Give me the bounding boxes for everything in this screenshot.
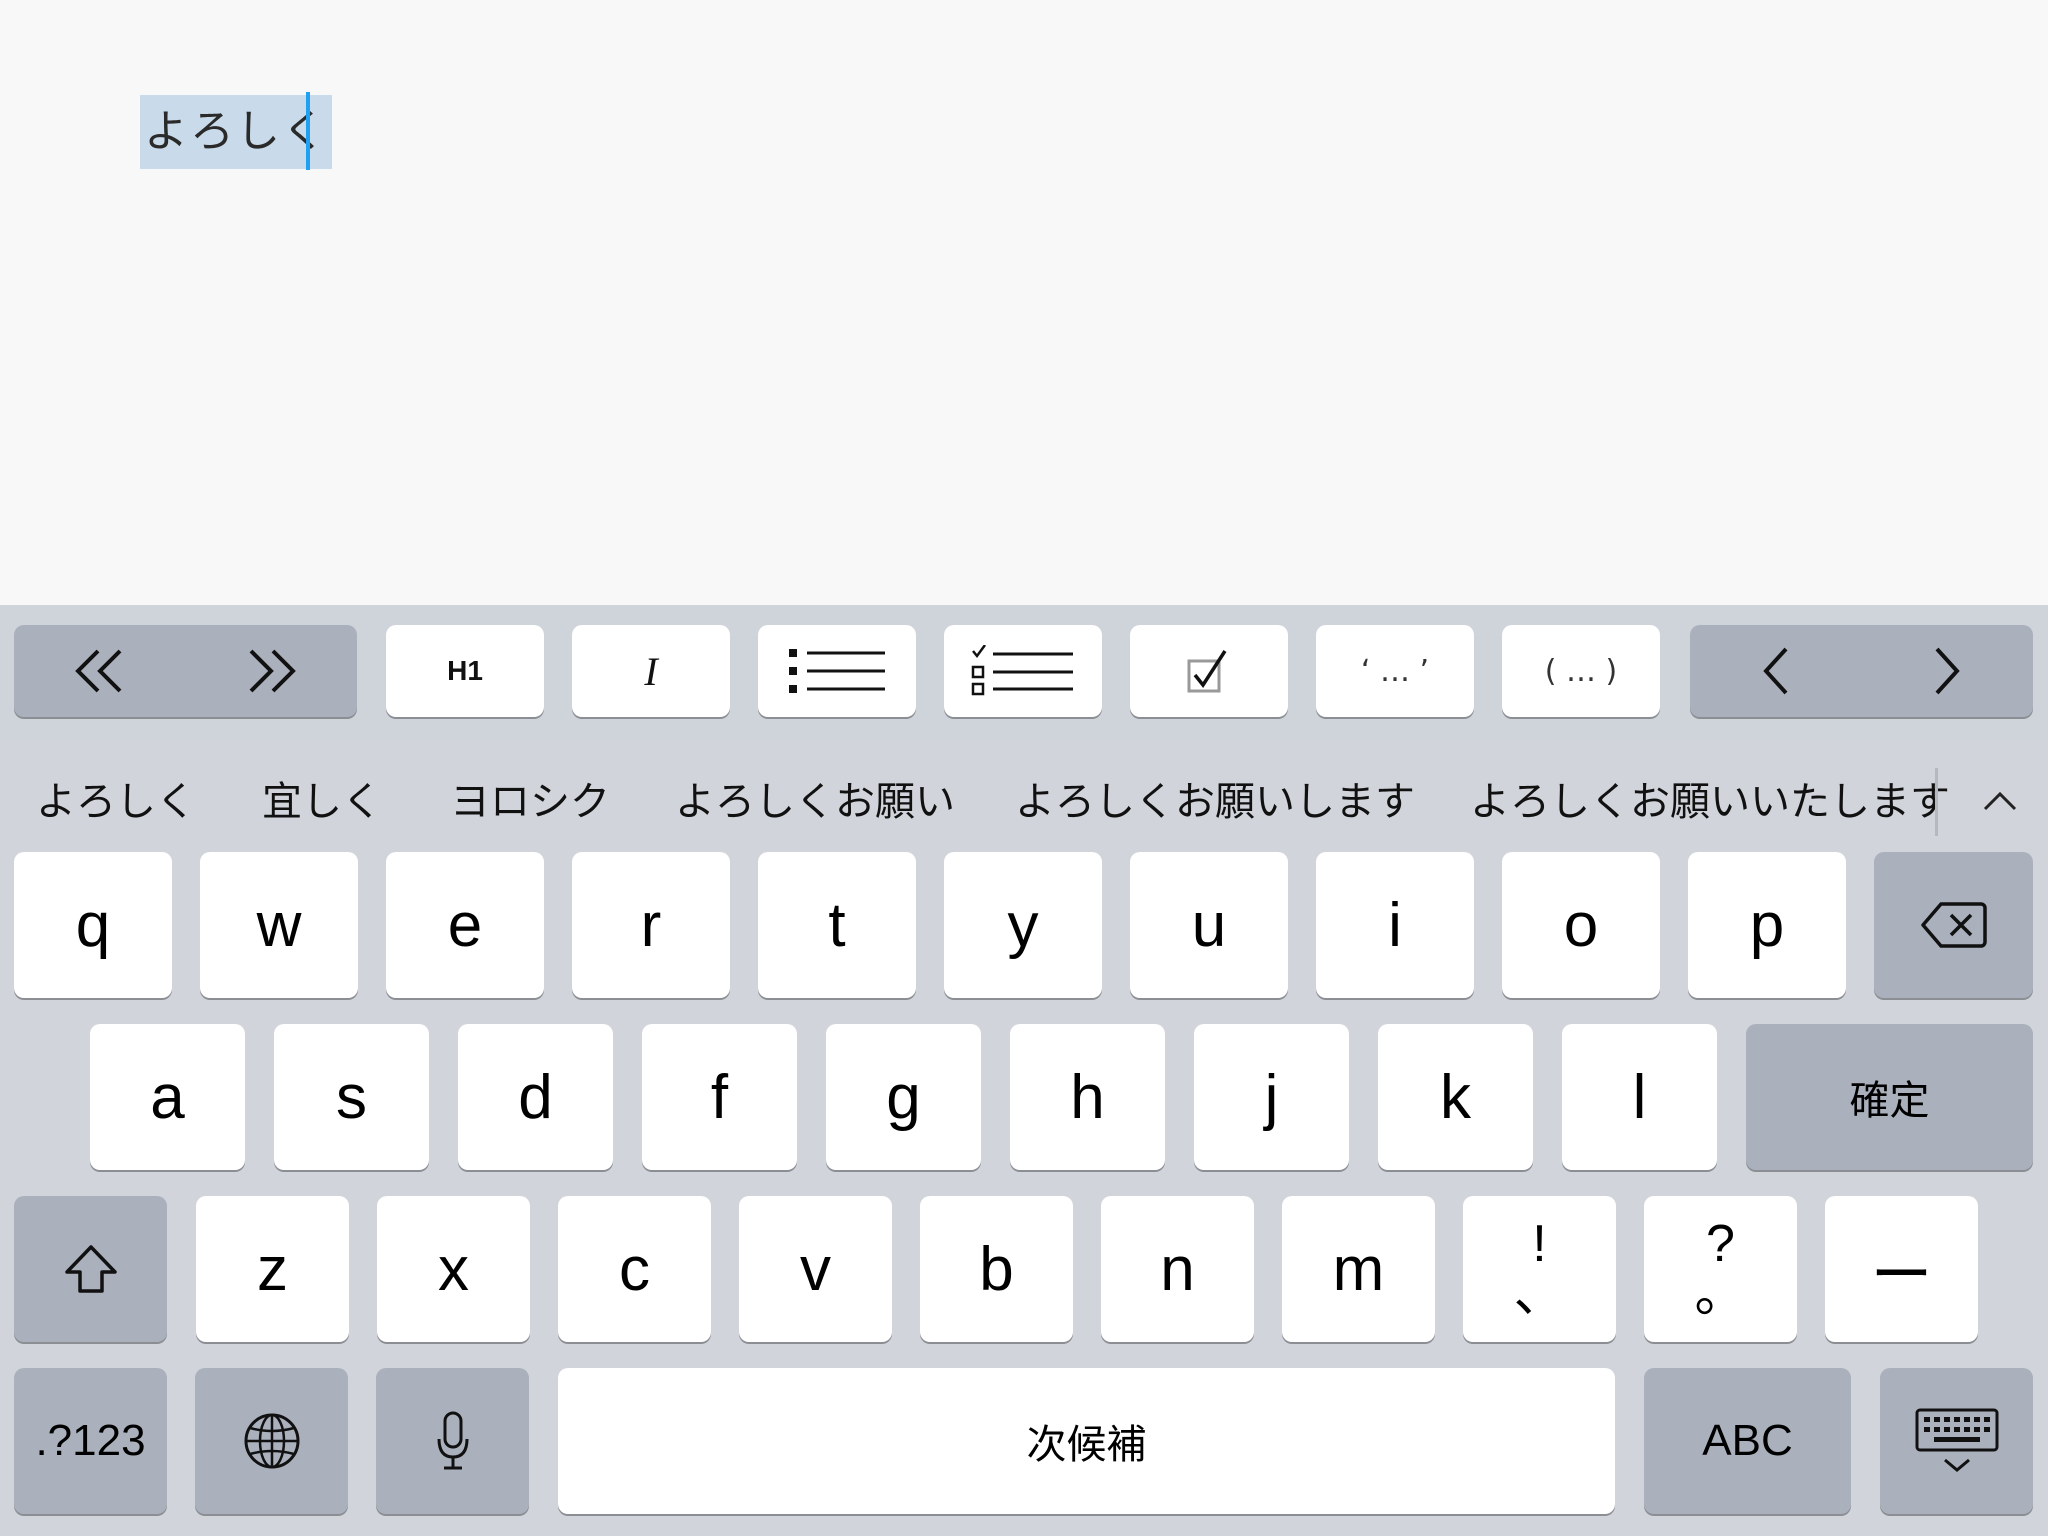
chevron-up-icon — [1983, 791, 2017, 811]
parentheses-button[interactable]: ( … ) — [1502, 625, 1660, 717]
confirm-button[interactable]: 確定 — [1746, 1024, 2033, 1170]
candidate-item[interactable]: よろしくお願い — [675, 741, 955, 863]
cursor-right-button[interactable] — [1862, 625, 2034, 717]
checkbox-button[interactable] — [1130, 625, 1288, 717]
checkbox-icon — [1187, 650, 1227, 693]
key-a[interactable]: a — [90, 1024, 245, 1170]
key-x[interactable]: x — [377, 1196, 530, 1342]
candidate-item[interactable]: よろしく — [36, 741, 196, 863]
globe-button[interactable] — [195, 1368, 348, 1514]
key-long-dash[interactable]: ー — [1825, 1196, 1978, 1342]
key-e[interactable]: e — [386, 852, 544, 998]
comma-glyph: 、 — [1513, 1265, 1566, 1323]
cursor-move-group — [1690, 625, 2033, 717]
key-g[interactable]: g — [826, 1024, 981, 1170]
key-l[interactable]: l — [1562, 1024, 1717, 1170]
key-w[interactable]: w — [200, 852, 358, 998]
heading-button[interactable]: H1 — [386, 625, 544, 717]
backspace-icon — [1920, 902, 1987, 948]
abc-button[interactable]: ABC — [1644, 1368, 1851, 1514]
numbers-button[interactable]: .?123 — [14, 1368, 167, 1514]
key-c[interactable]: c — [558, 1196, 711, 1342]
key-t[interactable]: t — [758, 852, 916, 998]
italic-button[interactable]: I — [572, 625, 730, 717]
bullet-list-icon — [789, 649, 885, 693]
globe-icon — [244, 1413, 299, 1469]
exclaim-glyph: ! — [1532, 1215, 1547, 1273]
delete-button[interactable] — [1874, 852, 2033, 998]
key-v[interactable]: v — [739, 1196, 892, 1342]
key-u[interactable]: u — [1130, 852, 1288, 998]
double-chevron-right-icon — [249, 649, 297, 693]
checklist-button[interactable] — [944, 625, 1102, 717]
candidate-item[interactable]: よろしくお願いいたします — [1470, 741, 1950, 863]
period-glyph: 。 — [1694, 1265, 1747, 1323]
previous-nav-button[interactable] — [14, 625, 186, 717]
key-f[interactable]: f — [642, 1024, 797, 1170]
key-s[interactable]: s — [274, 1024, 429, 1170]
software-keyboard: H1 I ‘ … ’ (…) よろしく 宜しく ヨロシク よろしくお願い よ… — [0, 605, 2048, 1536]
chevron-left-icon — [1763, 647, 1788, 695]
candidate-divider — [1935, 768, 1938, 836]
candidate-item[interactable]: 宜しく — [262, 741, 382, 863]
key-b[interactable]: b — [920, 1196, 1073, 1342]
keyboard-toolbar: H1 I ‘ … ’ (…) — [0, 605, 2048, 741]
dictation-button[interactable] — [376, 1368, 529, 1514]
expand-candidates-button[interactable] — [1960, 761, 2040, 841]
dismiss-keyboard-button[interactable] — [1880, 1368, 2033, 1514]
space-next-candidate-button[interactable]: 次候補 — [558, 1368, 1615, 1514]
candidate-bar: よろしく 宜しく ヨロシク よろしくお願い よろしくお願いします よろしくお願い… — [0, 741, 2048, 863]
checklist-icon — [971, 645, 1073, 696]
key-y[interactable]: y — [944, 852, 1102, 998]
chevron-right-icon — [1935, 647, 1960, 695]
key-question-period[interactable]: ? 。 — [1644, 1196, 1797, 1342]
text-caret — [306, 92, 310, 170]
shift-arrow-icon — [64, 1245, 117, 1293]
keyboard-dismiss-icon — [1915, 1408, 1998, 1472]
key-h[interactable]: h — [1010, 1024, 1165, 1170]
bullet-list-button[interactable] — [758, 625, 916, 717]
key-o[interactable]: o — [1502, 852, 1660, 998]
candidate-item[interactable]: よろしくお願いします — [1015, 741, 1415, 863]
cursor-left-button[interactable] — [1690, 625, 1862, 717]
key-n[interactable]: n — [1101, 1196, 1254, 1342]
key-i[interactable]: i — [1316, 852, 1474, 998]
composing-text: よろしく — [140, 95, 332, 169]
microphone-icon — [437, 1411, 468, 1470]
key-d[interactable]: d — [458, 1024, 613, 1170]
double-chevron-left-icon — [74, 649, 122, 693]
quote-button[interactable]: ‘ … ’ — [1316, 625, 1474, 717]
key-exclaim-comma[interactable]: ! 、 — [1463, 1196, 1616, 1342]
key-p[interactable]: p — [1688, 852, 1846, 998]
question-glyph: ? — [1706, 1215, 1735, 1273]
key-m[interactable]: m — [1282, 1196, 1435, 1342]
candidate-item[interactable]: ヨロシク — [450, 741, 610, 863]
key-j[interactable]: j — [1194, 1024, 1349, 1170]
shift-button[interactable] — [14, 1196, 167, 1342]
navigation-group — [14, 625, 357, 717]
text-editor[interactable]: よろしく — [0, 0, 2048, 605]
key-r[interactable]: r — [572, 852, 730, 998]
key-k[interactable]: k — [1378, 1024, 1533, 1170]
key-z[interactable]: z — [196, 1196, 349, 1342]
next-nav-button[interactable] — [186, 625, 358, 717]
key-q[interactable]: q — [14, 852, 172, 998]
